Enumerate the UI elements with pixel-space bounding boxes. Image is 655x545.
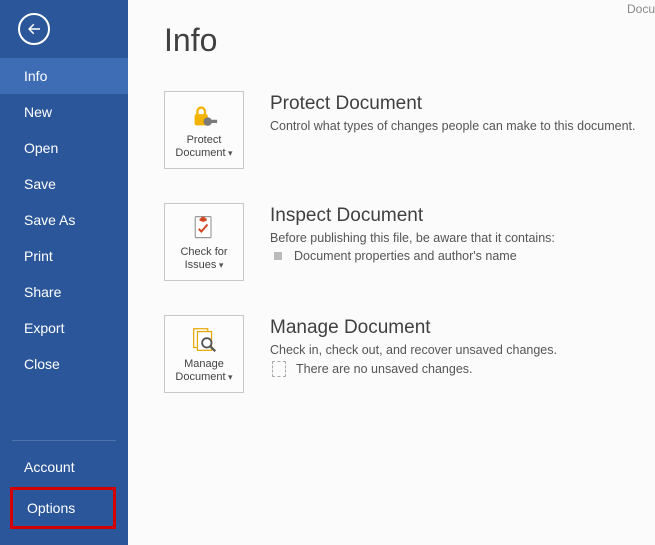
sidebar-item-options[interactable]: Options <box>13 490 113 526</box>
doc-title-partial: Docu <box>627 2 655 16</box>
sidebar-item-label: Print <box>24 248 53 264</box>
main-panel: Docu Info Protect Document Protect Docum… <box>128 0 655 545</box>
sidebar-item-account[interactable]: Account <box>0 449 128 485</box>
sidebar-item-new[interactable]: New <box>0 94 128 130</box>
bullet-text: Document properties and author's name <box>294 249 517 263</box>
sidebar-item-label: Export <box>24 320 64 336</box>
document-check-icon <box>188 212 220 244</box>
section-title: Protect Document <box>270 93 636 115</box>
arrow-left-icon <box>25 20 43 38</box>
lock-key-icon <box>188 100 220 132</box>
section-text: Manage Document Check in, check out, and… <box>270 315 557 377</box>
section-protect: Protect Document Protect Document Contro… <box>164 91 647 169</box>
section-desc: Check in, check out, and recover unsaved… <box>270 343 557 357</box>
sidebar-item-print[interactable]: Print <box>0 238 128 274</box>
document-magnify-icon <box>188 324 220 356</box>
section-text: Inspect Document Before publishing this … <box>270 203 555 263</box>
sidebar-item-info[interactable]: Info <box>0 58 128 94</box>
sidebar-item-save[interactable]: Save <box>0 166 128 202</box>
protect-document-button[interactable]: Protect Document <box>164 91 244 169</box>
section-title: Inspect Document <box>270 205 555 227</box>
sidebar-items: Info New Open Save Save As Print Share E… <box>0 58 128 382</box>
sidebar-bottom: Account Options <box>0 434 128 529</box>
bullet-icon <box>274 252 282 260</box>
backstage-sidebar: Info New Open Save Save As Print Share E… <box>0 0 128 545</box>
section-manage: Manage Document Manage Document Check in… <box>164 315 647 393</box>
sidebar-item-export[interactable]: Export <box>0 310 128 346</box>
sidebar-item-label: Info <box>24 68 47 84</box>
sidebar-item-label: Options <box>27 500 75 516</box>
sidebar-item-label: New <box>24 104 52 120</box>
tile-label: Check for Issues <box>165 246 243 271</box>
sidebar-item-share[interactable]: Share <box>0 274 128 310</box>
sidebar-item-label: Close <box>24 356 60 372</box>
section-desc: Before publishing this file, be aware th… <box>270 231 555 245</box>
note-text: There are no unsaved changes. <box>296 362 473 376</box>
section-text: Protect Document Control what types of c… <box>270 91 636 133</box>
inspect-bullet: Document properties and author's name <box>270 249 555 263</box>
options-highlight: Options <box>10 487 116 529</box>
section-inspect: Check for Issues Inspect Document Before… <box>164 203 647 281</box>
back-area <box>0 0 128 58</box>
sidebar-item-label: Save As <box>24 212 75 228</box>
manage-note: There are no unsaved changes. <box>270 361 557 377</box>
sidebar-item-close[interactable]: Close <box>0 346 128 382</box>
sidebar-item-label: Open <box>24 140 58 156</box>
sidebar-separator <box>12 440 116 441</box>
sidebar-item-label: Account <box>24 459 75 475</box>
sidebar-item-label: Share <box>24 284 61 300</box>
sidebar-item-save-as[interactable]: Save As <box>0 202 128 238</box>
sidebar-item-label: Save <box>24 176 56 192</box>
check-for-issues-button[interactable]: Check for Issues <box>164 203 244 281</box>
sidebar-item-open[interactable]: Open <box>0 130 128 166</box>
manage-document-button[interactable]: Manage Document <box>164 315 244 393</box>
unsaved-doc-icon <box>272 361 286 377</box>
tile-label: Protect Document <box>165 134 243 159</box>
back-button[interactable] <box>18 13 50 45</box>
page-title: Info <box>164 22 647 59</box>
section-title: Manage Document <box>270 317 557 339</box>
tile-label: Manage Document <box>165 358 243 383</box>
section-desc: Control what types of changes people can… <box>270 119 636 133</box>
